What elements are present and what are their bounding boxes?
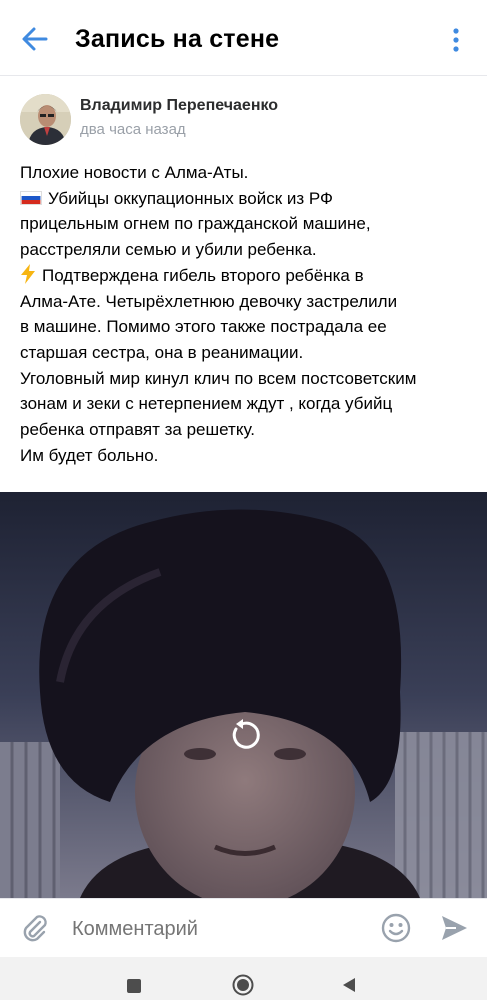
- post-line: старшая сестра, она в реанимации.: [20, 342, 304, 362]
- post-line: зонам и зеки с нетерпением ждут , когда …: [20, 394, 393, 414]
- post-line: Подтверждена гибель второго ребёнка в: [20, 263, 470, 289]
- post-line: Плохие новости с Алма-Аты.: [20, 163, 249, 182]
- russia-flag-icon: [20, 190, 42, 205]
- send-icon[interactable]: [438, 912, 470, 944]
- post-line: прицельным огнем по гражданской машине,: [20, 214, 371, 234]
- replay-icon[interactable]: [228, 718, 262, 752]
- comment-input[interactable]: [72, 915, 362, 943]
- post-line: Алма-Ате. Четырёхлетнюю девочку застрели…: [20, 291, 398, 311]
- post-body: Плохие новости с Алма-Аты. Убийцы оккупа…: [20, 160, 470, 468]
- home-icon[interactable]: [232, 974, 254, 996]
- lightning-icon: [21, 263, 35, 284]
- recent-apps-icon[interactable]: [127, 979, 141, 993]
- post-line: в машине. Помимо этого также пострадала …: [20, 317, 387, 337]
- smile-icon[interactable]: [380, 912, 412, 944]
- post-line: Убийцы оккупационных войск из РФ: [20, 186, 470, 212]
- avatar[interactable]: [20, 94, 71, 145]
- arrow-left-icon[interactable]: [20, 24, 50, 54]
- post-time: два часа назад: [80, 121, 186, 138]
- post-line: Уголовный мир кинул клич по всем постсов…: [20, 368, 417, 388]
- comment-bar: [0, 898, 487, 957]
- system-navigation-bar: [0, 957, 487, 1000]
- author-name[interactable]: Владимир Перепечаенко: [80, 97, 278, 115]
- top-app-bar: Запись на стене: [0, 0, 487, 76]
- post-author[interactable]: Владимир Перепечаенко два часа назад: [20, 92, 470, 148]
- post-line: ребенка отправят за решетку.: [20, 420, 255, 440]
- page-title: Запись на стене: [75, 25, 280, 53]
- video-player[interactable]: [0, 492, 487, 898]
- post-line: расстреляли семью и убили ребенка.: [20, 240, 317, 260]
- post-line: Им будет больно.: [20, 445, 159, 465]
- back-nav-icon[interactable]: [340, 976, 358, 994]
- video-frame: [0, 492, 487, 898]
- paperclip-icon[interactable]: [20, 913, 50, 943]
- more-vertical-icon[interactable]: [446, 26, 466, 54]
